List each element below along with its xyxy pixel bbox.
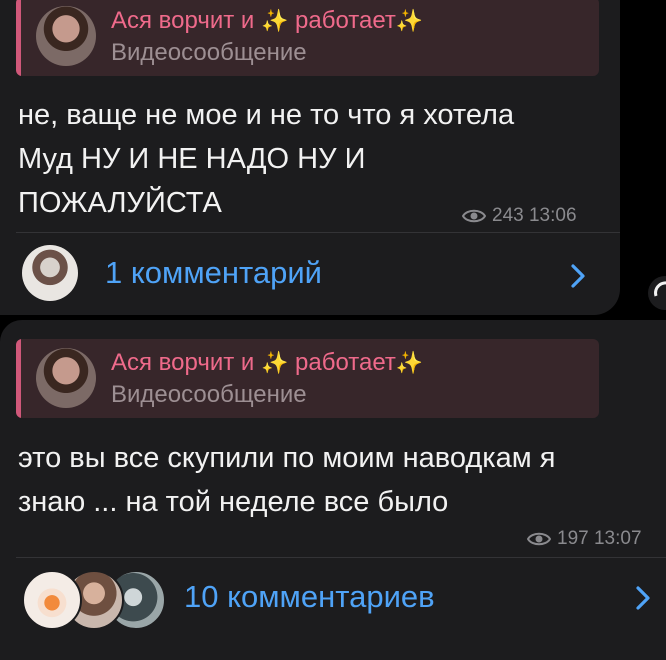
reply-author: Ася ворчит и ✨ работает✨ <box>111 349 424 376</box>
message-meta: 197 13:07 <box>526 528 642 553</box>
message-time: 13:06 <box>528 205 577 226</box>
message-text-line: Муд НУ И НЕ НАДО НУ И <box>18 143 366 175</box>
message-meta: 243 13:06 <box>461 205 577 230</box>
reply-subtitle: Видеосообщение <box>111 39 307 66</box>
message-text-line: не, ваще не мое и не то что я хотела <box>18 99 515 131</box>
reply-preview[interactable]: Ася ворчит и ✨ работает✨ Видеосообщение <box>16 339 599 418</box>
message-bubble[interactable]: Ася ворчит и ✨ работает✨ Видеосообщение … <box>0 320 666 660</box>
sparkle-icon: ✨ <box>260 8 289 33</box>
reply-author: Ася ворчит и ✨ работает✨ <box>111 7 424 34</box>
message-text: это вы все скупили по моим наводкам я зн… <box>18 436 658 524</box>
view-count: 243 <box>492 205 524 226</box>
scroll-to-bottom-button[interactable] <box>648 276 666 310</box>
commenter-avatar <box>22 245 78 301</box>
message-time: 13:07 <box>593 528 642 549</box>
sparkle-icon: ✨ <box>395 8 424 33</box>
comments-link[interactable]: 1 комментарий <box>105 255 322 291</box>
video-message-thumbnail <box>36 348 96 408</box>
chevron-right-icon[interactable] <box>570 263 586 294</box>
divider <box>16 557 666 558</box>
sparkle-icon: ✨ <box>395 350 424 375</box>
reply-accent-bar <box>16 339 21 418</box>
reply-preview[interactable]: Ася ворчит и ✨ работает✨ Видеосообщение <box>16 0 599 76</box>
message-bubble[interactable]: Ася ворчит и ✨ работает✨ Видеосообщение … <box>0 0 620 315</box>
video-message-thumbnail <box>36 6 96 66</box>
eye-icon <box>461 208 487 230</box>
arc-icon <box>654 281 666 297</box>
message-text-line: это вы все скупили по моим наводкам я <box>18 442 556 474</box>
eye-icon <box>526 531 552 553</box>
chevron-right-icon[interactable] <box>635 585 651 616</box>
reply-accent-bar <box>16 0 21 76</box>
commenter-avatar <box>22 570 82 630</box>
divider <box>16 232 620 233</box>
reply-subtitle: Видеосообщение <box>111 381 307 408</box>
view-count: 197 <box>557 528 589 549</box>
comments-link[interactable]: 10 комментариев <box>184 579 435 615</box>
sparkle-icon: ✨ <box>260 350 289 375</box>
message-text-line: знаю ... на той неделе все было <box>18 486 449 518</box>
